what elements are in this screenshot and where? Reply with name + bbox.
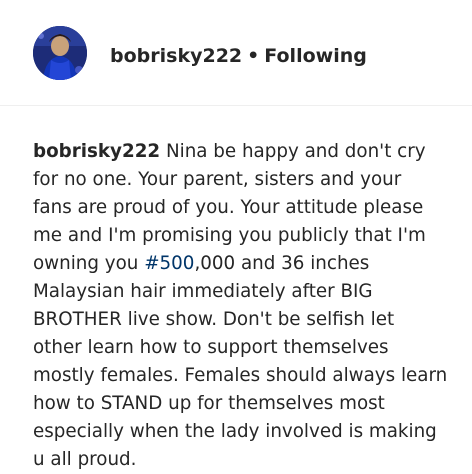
caption-username-link[interactable]: bobrisky222 xyxy=(33,141,160,162)
caption-line-hashtag: owning you #500,000 and 36 inches xyxy=(33,250,463,278)
caption-text-line: how to STAND up for themselves most xyxy=(33,393,385,414)
caption-text-line: u all proud. xyxy=(33,449,137,470)
caption-text-line: for no one. Your parent, sisters and you… xyxy=(33,169,402,190)
header-username-link[interactable]: bobrisky222 xyxy=(110,45,242,67)
caption-text-segment: ,000 and 36 inches xyxy=(194,253,370,274)
caption-text-line: me and I'm promising you publicly that I… xyxy=(33,225,426,246)
caption-text-line: other learn how to support themselves xyxy=(33,337,389,358)
caption-text-line: Nina be happy and don't cry xyxy=(165,141,426,162)
post-caption: bobrisky222 Nina be happy and don't cry … xyxy=(33,138,463,474)
caption-text-line: mostly females. Females should always le… xyxy=(33,365,448,386)
post-header: bobrisky222 • Following xyxy=(0,0,472,106)
caption-text-line: fans are proud of you. Your attitude ple… xyxy=(33,197,424,218)
caption-line-1: bobrisky222 Nina be happy and don't cry xyxy=(33,138,463,166)
separator-dot: • xyxy=(247,45,260,67)
caption-text-segment: owning you xyxy=(33,253,145,274)
hashtag-link[interactable]: #500 xyxy=(144,253,194,274)
caption-text-line: especially when the lady involved is mak… xyxy=(33,421,437,442)
avatar[interactable] xyxy=(33,26,87,80)
caption-text-line: BROTHER live show. Don't be selfish let xyxy=(33,309,395,330)
post-header-text: bobrisky222 • Following xyxy=(110,44,367,68)
following-button[interactable]: Following xyxy=(264,45,367,67)
caption-text-line: Malaysian hair immediately after BIG xyxy=(33,281,373,302)
profile-avatar-icon xyxy=(33,26,87,80)
